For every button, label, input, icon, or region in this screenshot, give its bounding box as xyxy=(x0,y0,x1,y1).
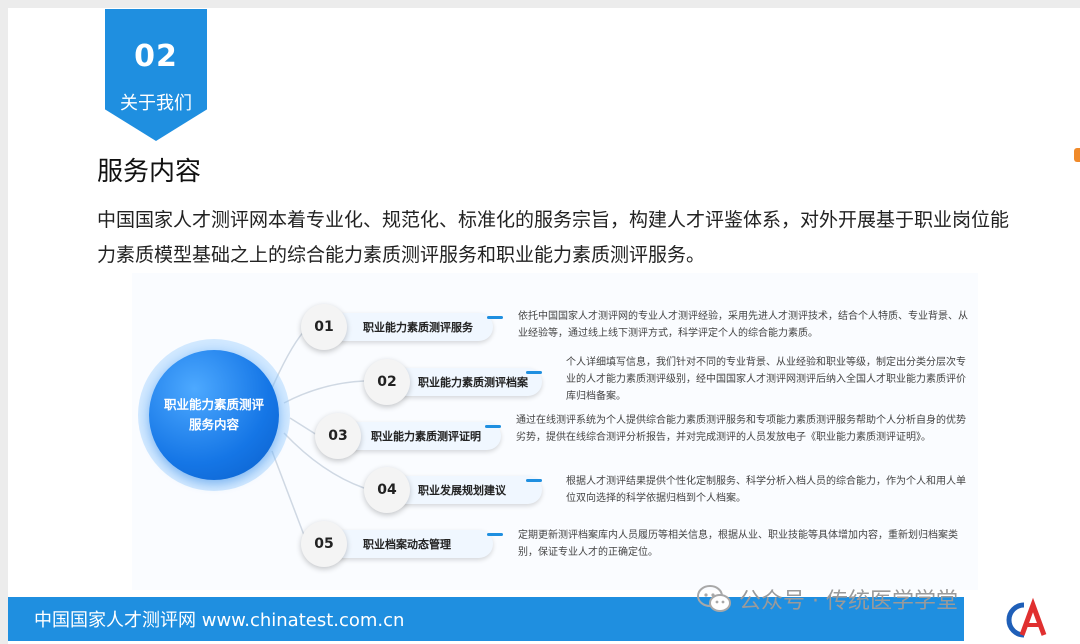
watermark-text: 公众号 · 传统医学学堂 xyxy=(739,589,958,614)
service-item-number: 02 xyxy=(364,359,410,405)
section-label: 关于我们 xyxy=(120,93,192,114)
page-title: 服务内容 xyxy=(97,157,202,187)
next-slide-edge xyxy=(1074,148,1080,162)
hub-circle: 职业能力素质测评 服务内容 xyxy=(149,350,279,480)
service-item-number: 01 xyxy=(301,304,347,350)
wechat-icon xyxy=(697,585,731,612)
service-item-03: 职业能力素质测评证明 03 xyxy=(315,413,515,459)
service-item-02: 职业能力素质测评档案 02 xyxy=(364,359,544,405)
service-item-desc: 定期更新测评档案库内人员履历等相关信息，根据从业、职业技能等具体增加内容，重新划… xyxy=(518,530,958,558)
connector-02 xyxy=(283,380,365,404)
service-item-label: 职业能力素质测评服务 xyxy=(329,313,493,341)
connector-03 xyxy=(289,417,318,436)
accent-mark xyxy=(526,479,542,482)
section-number: 02 xyxy=(134,39,178,74)
service-item-04: 职业发展规划建议 04 xyxy=(364,467,544,513)
service-item-desc: 依托中国国家人才测评网的专业人才测评经验，采用先进人才测评技术，结合个人特质、专… xyxy=(518,311,968,339)
service-item-05: 职业档案动态管理 05 xyxy=(301,521,503,567)
service-item-01: 职业能力素质测评服务 01 xyxy=(301,304,503,350)
hub-title-line1: 职业能力素质测评 xyxy=(163,397,264,412)
footer-text: 中国国家人才测评网 www.chinatest.com.cn xyxy=(34,610,405,631)
hub-title-line2: 服务内容 xyxy=(188,417,239,432)
service-item-label: 职业能力素质测评证明 xyxy=(337,422,501,450)
service-item-number: 05 xyxy=(301,521,347,567)
accent-mark xyxy=(485,425,501,428)
intro-paragraph: 中国国家人才测评网本着专业化、规范化、标准化的服务宗旨，构建人才评鉴体系，对外开… xyxy=(97,209,1010,266)
wechat-watermark: 公众号 · 传统医学学堂 xyxy=(697,584,958,614)
ca-logo xyxy=(1000,597,1050,641)
accent-mark xyxy=(487,533,503,536)
service-item-desc: 个人详细填写信息，我们针对不同的专业背景、从业经验和职业等级，制定出分类分层次专… xyxy=(566,357,966,402)
service-diagram: 职业能力素质测评 服务内容 职业能力素质测评服务 01 依托中国国家人才测评网的… xyxy=(132,273,978,590)
service-item-number: 03 xyxy=(315,413,361,459)
accent-mark xyxy=(526,371,542,374)
service-item-number: 04 xyxy=(364,467,410,513)
service-item-desc: 根据人才测评结果提供个性化定制服务、科学分析入档人员的综合能力，作为个人和用人单… xyxy=(566,476,966,504)
accent-mark xyxy=(487,316,503,319)
service-item-label: 职业档案动态管理 xyxy=(329,530,493,558)
service-item-desc: 通过在线测评系统为个人提供综合能力素质测评服务和专项能力素质测评服务帮助个人分析… xyxy=(516,415,966,443)
